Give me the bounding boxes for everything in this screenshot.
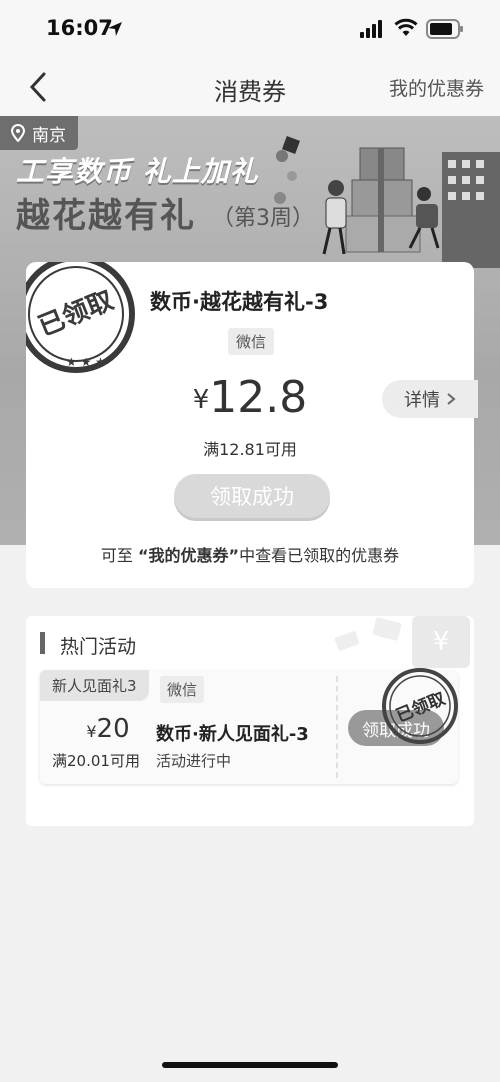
location-pin-icon [10,124,26,142]
activity-amount: ¥20 [68,714,148,744]
coupon-name: 数币·越花越有礼-3 [150,290,329,314]
status-time: 16:07 [46,16,113,40]
coupon-card: 已领取 ★ ★ ★ 数币·越花越有礼-3 微信 ¥12.8 详情 满12.81可… [26,262,478,588]
shopping-illustration [274,136,500,268]
svg-text:¥: ¥ [433,627,450,657]
status-bar: 16:07 [0,0,500,58]
hint-suffix: 中查看已领取的优惠券 [239,546,400,565]
section-title: 热门活动 [60,636,137,658]
amount-value: 12.8 [209,372,308,423]
location-selector[interactable]: 南京 [0,116,78,150]
currency-symbol: ¥ [192,385,210,415]
claimed-stamp: 已领取 ★ ★ ★ [26,262,135,373]
detail-label: 详情 [404,390,440,411]
activity-item[interactable]: 新人见面礼3 微信 ¥20 满20.01可用 数币·新人见面礼-3 活动进行中 … [40,668,458,784]
banner-title: 越花越有礼 [16,196,196,236]
back-icon[interactable] [24,70,54,104]
activity-amount-value: 20 [96,714,130,744]
battery-icon [426,19,463,39]
usage-threshold: 满12.81可用 [203,440,297,459]
detail-button[interactable]: 详情 [382,380,478,418]
wifi-icon [394,18,418,36]
home-indicator[interactable] [162,1062,338,1068]
banner-slogan: 工享数币 礼上加礼 [16,155,259,188]
nav-bar: 消费券 我的优惠券 [0,58,500,116]
platform-tag: 微信 [228,328,275,355]
activity-name: 数币·新人见面礼-3 [156,724,309,745]
signal-icon [360,20,382,38]
hint-prefix: 可至 [100,546,139,565]
my-coupons-link[interactable]: 我的优惠券 [389,74,484,101]
stamp-stars-icon: ★ ★ ★ [66,355,106,369]
claim-success-button[interactable]: 领取成功 [174,474,330,518]
activity-status: 活动进行中 [156,752,232,770]
dashed-divider [336,676,338,778]
activity-stamp-text: 已领取 [393,688,448,727]
hint-link[interactable]: “我的优惠券” [138,546,239,565]
chevron-right-icon [447,393,456,405]
activity-platform-tag: 微信 [160,676,205,703]
activity-threshold: 满20.01可用 [52,752,140,770]
location-arrow-icon [108,22,122,36]
section-accent-bar [40,632,45,654]
claim-hint: 可至 “我的优惠券”中查看已领取的优惠券 [26,542,474,566]
hot-activities-section: 热门活动 ¥ 新人见面礼3 微信 ¥20 满20.01可用 数币·新人见面礼-3… [26,616,474,826]
stamp-text: 已领取 [34,285,118,343]
activity-tag: 新人见面礼3 [40,670,149,701]
activity-claimed-stamp: 已领取 [382,668,458,744]
location-label: 南京 [32,125,66,146]
activity-currency: ¥ [86,722,97,741]
